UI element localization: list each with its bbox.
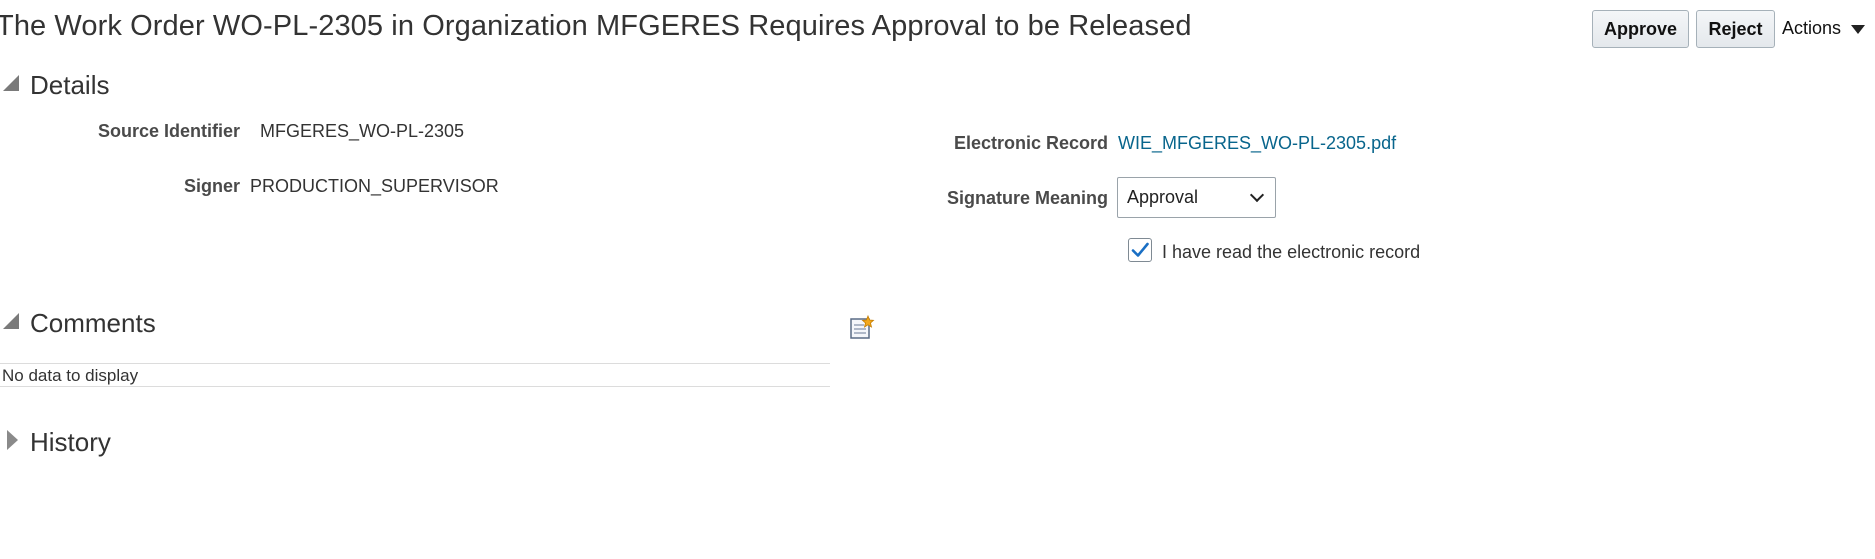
electronic-record-label: Electronic Record xyxy=(953,133,1108,153)
page-title: The Work Order WO-PL-2305 in Organizatio… xyxy=(0,10,1192,42)
actions-menu[interactable]: Actions xyxy=(1782,18,1866,39)
comments-section-toggle[interactable] xyxy=(3,313,19,329)
comments-table-bottom-divider xyxy=(0,386,830,387)
source-identifier-label: Source Identifier xyxy=(97,121,240,141)
read-record-label: I have read the electronic record xyxy=(1162,242,1421,262)
details-section-toggle[interactable] xyxy=(3,75,19,91)
signature-meaning-label: Signature Meaning xyxy=(946,188,1108,208)
expand-triangle-icon xyxy=(7,430,18,450)
read-record-checkbox[interactable] xyxy=(1128,238,1152,262)
comments-table-top-divider xyxy=(0,363,830,364)
checkmark-icon xyxy=(1131,242,1149,257)
caret-down-icon xyxy=(1851,24,1866,34)
signature-meaning-select[interactable]: Approval xyxy=(1117,177,1276,218)
history-section-title: History xyxy=(30,427,111,457)
history-section-toggle[interactable] xyxy=(7,430,18,450)
collapse-triangle-icon xyxy=(3,313,19,329)
add-comment-icon[interactable] xyxy=(849,314,875,340)
actions-label: Actions xyxy=(1782,18,1842,38)
chevron-down-icon xyxy=(1249,187,1265,203)
collapse-triangle-icon xyxy=(3,75,19,91)
comments-section-title: Comments xyxy=(30,308,156,338)
approve-button[interactable]: Approve xyxy=(1592,10,1689,48)
signer-label: Signer xyxy=(183,176,240,196)
electronic-record-link[interactable]: WIE_MFGERES_WO-PL-2305.pdf xyxy=(1118,133,1396,154)
source-identifier-value: MFGERES_WO-PL-2305 xyxy=(260,121,465,141)
reject-button[interactable]: Reject xyxy=(1696,10,1775,48)
signature-meaning-value: Approval xyxy=(1127,187,1199,207)
signer-value: PRODUCTION_SUPERVISOR xyxy=(250,176,499,196)
comments-empty-text: No data to display xyxy=(2,366,139,385)
details-section-title: Details xyxy=(30,70,110,100)
